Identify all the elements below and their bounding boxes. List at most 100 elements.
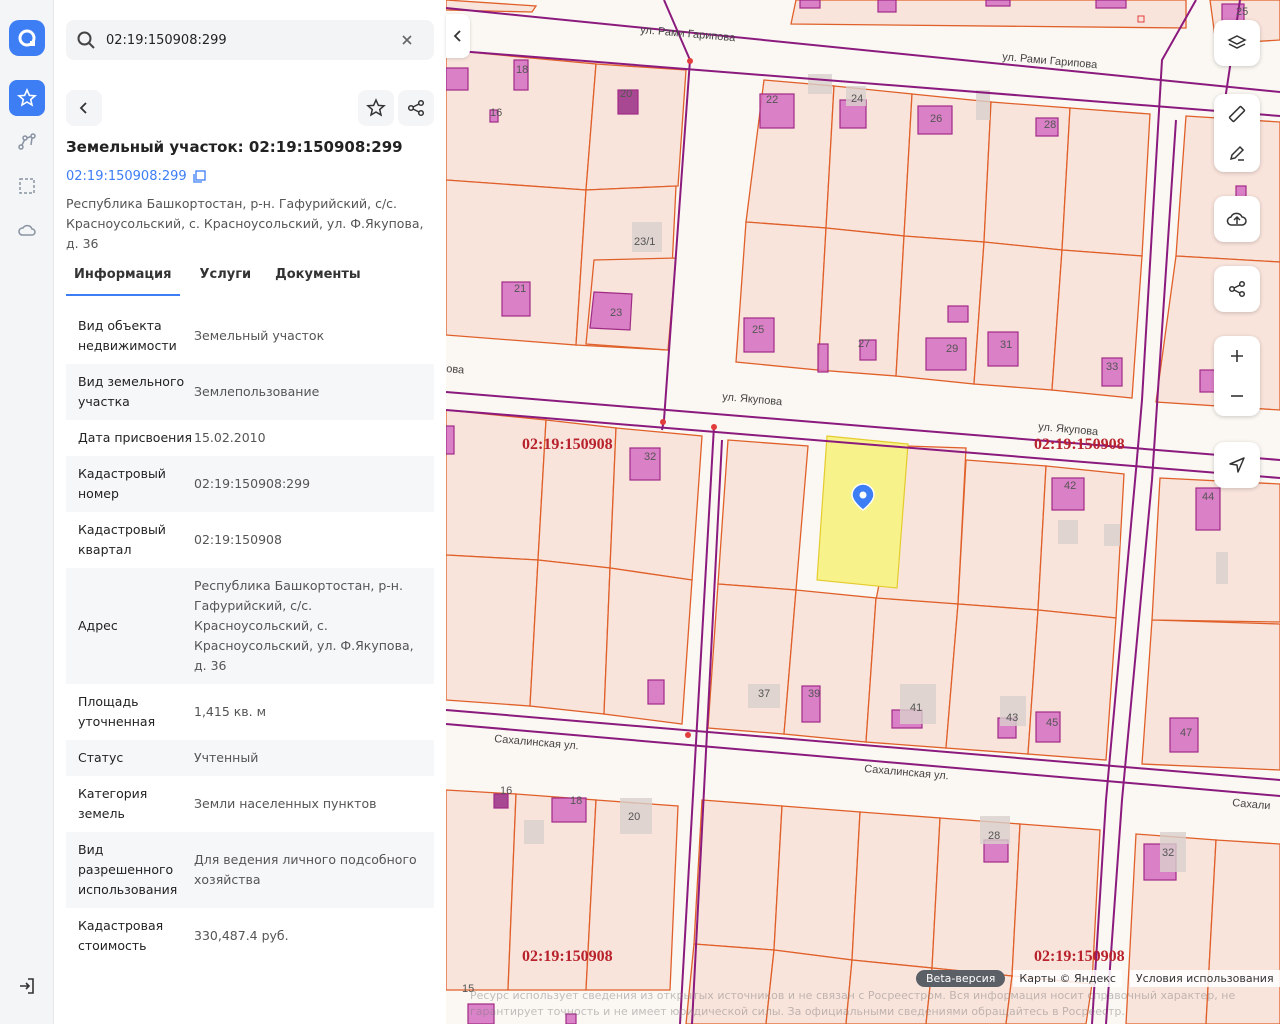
layers-icon — [1227, 35, 1247, 49]
zoom-out-icon[interactable] — [1229, 388, 1245, 404]
tab-info[interactable]: Информация — [66, 266, 180, 296]
house-number: 32 — [1162, 847, 1174, 859]
tab-services[interactable]: Услуги — [192, 266, 260, 296]
house-number: 33 — [1106, 361, 1118, 373]
house-number: 31 — [1000, 339, 1012, 351]
quarter-label: 02:19:150908 — [522, 436, 613, 453]
house-number: 43 — [1006, 712, 1018, 724]
info-row: Дата присвоения 15.02.2010 — [66, 420, 434, 456]
house-number: 23 — [610, 307, 622, 319]
app-logo[interactable] — [9, 20, 45, 56]
zoom-group — [1214, 336, 1260, 416]
info-row: Вид разрешенного использования Для ведени… — [66, 832, 434, 908]
back-button[interactable] — [66, 90, 102, 126]
house-number: 21 — [514, 283, 526, 295]
street-label: Сахали — [1232, 797, 1271, 812]
cadastral-link-text[interactable]: 02:19:150908:299 — [66, 169, 187, 184]
info-row-value: Земельный участок — [194, 328, 325, 343]
info-row-value: Республика Башкортостан, р-н. Гафурийски… — [194, 578, 414, 673]
house-number: 20 — [620, 88, 632, 100]
info-row-label: Вид объекта недвижимости — [78, 318, 177, 353]
ruler-icon[interactable] — [1227, 104, 1247, 124]
info-row: Категория земель Земли населенных пунктов — [66, 776, 434, 832]
house-number: 25 — [1236, 6, 1248, 18]
terms-link[interactable]: Условия использования — [1129, 970, 1280, 987]
info-row: Вид объекта недвижимости Земельный участо… — [66, 308, 434, 364]
quarter-label: 02:19:150908 — [522, 948, 613, 965]
info-row-label: Вид земельного участка — [78, 374, 185, 409]
search-bar — [66, 20, 434, 60]
house-number: 42 — [1064, 480, 1076, 492]
navigation-arrow-icon — [1229, 457, 1245, 473]
map-share-button[interactable] — [1214, 266, 1260, 312]
attribution[interactable]: Карты © Яндекс — [1013, 970, 1122, 987]
tab-documents[interactable]: Документы — [267, 266, 369, 296]
info-row-value: 330,487.4 руб. — [194, 928, 289, 943]
quarter-label: 02:19:150908 — [1034, 436, 1125, 453]
house-number: 22 — [766, 94, 778, 106]
disclaimer-text: Ресурс использует сведения из открытых и… — [470, 989, 1236, 1018]
info-row-value: 15.02.2010 — [194, 430, 266, 445]
bookmark-button[interactable] — [358, 90, 394, 126]
tab-bar: Информация Услуги Документы — [66, 266, 434, 296]
favorites-icon[interactable] — [9, 80, 45, 116]
zoom-in-icon[interactable] — [1229, 348, 1245, 364]
share-icon — [1228, 280, 1246, 298]
clear-icon[interactable] — [400, 33, 414, 47]
info-row-label: Категория земель — [78, 786, 148, 821]
house-number: 27 — [858, 338, 870, 350]
info-table: Вид объекта недвижимости Земельный участо… — [66, 308, 434, 964]
geolocation-button[interactable] — [1214, 442, 1260, 488]
layers-button[interactable] — [1214, 20, 1260, 66]
street-label: Сахалинская ул. — [494, 733, 579, 752]
info-row-label: Статус — [78, 750, 124, 765]
selected-parcel — [816, 435, 909, 589]
info-row: Кадастровый номер 02:19:150908:299 — [66, 456, 434, 512]
route-icon[interactable] — [9, 124, 45, 160]
copy-icon[interactable] — [193, 170, 206, 183]
collapse-panel-button[interactable] — [446, 14, 470, 58]
map-canvas[interactable]: ул. Рами Гарипова ул. Рами Гарипова ул. … — [446, 0, 1280, 1024]
street-label: ул. Якупова — [722, 391, 784, 408]
info-row-value: Для ведения личного подсобного хозяйства — [194, 852, 417, 887]
info-row-label: Адрес — [78, 618, 118, 633]
beta-badge: Beta-версия — [916, 970, 1006, 987]
info-row: Площадь уточненная 1,415 кв. м — [66, 684, 434, 740]
info-row-value: Учтенный — [194, 750, 259, 765]
cadastral-link[interactable]: 02:19:150908:299 — [66, 169, 206, 184]
login-icon[interactable] — [9, 968, 45, 1004]
cloud-icon[interactable] — [9, 212, 45, 248]
house-number: 28 — [1044, 119, 1056, 131]
map-footer: Beta-версия Карты © Яндекс Условия испол… — [916, 970, 1280, 987]
street-label: ова — [446, 363, 466, 377]
share-button[interactable] — [398, 90, 434, 126]
info-row: Кадастровый квартал 02:19:150908 — [66, 512, 434, 568]
side-rail — [0, 0, 54, 1024]
select-area-icon[interactable] — [9, 168, 45, 204]
house-number: 32 — [644, 451, 656, 463]
house-number: 24 — [851, 93, 863, 105]
page-title: Земельный участок: 02:19:150908:299 — [66, 138, 403, 156]
map[interactable]: ул. Рами Гарипова ул. Рами Гарипова ул. … — [446, 0, 1280, 1024]
info-row-value: Земли населенных пунктов — [194, 796, 377, 811]
house-number: 37 — [758, 688, 770, 700]
address-text: Республика Башкортостан, р-н. Гафурийски… — [66, 196, 424, 251]
search-icon — [76, 30, 96, 50]
quarter-label: 02:19:150908 — [1034, 948, 1125, 965]
edit-icon[interactable] — [1227, 143, 1247, 163]
info-panel: Земельный участок: 02:19:150908:299 02:1… — [54, 0, 446, 1024]
upload-button[interactable] — [1214, 196, 1260, 242]
house-number: 44 — [1202, 491, 1214, 503]
info-row-label: Площадь уточненная — [78, 694, 156, 729]
info-row-value: 1,415 кв. м — [194, 704, 267, 719]
cloud-upload-icon — [1226, 212, 1247, 226]
info-row: Вид земельного участка Землепользование — [66, 364, 434, 420]
search-input[interactable] — [104, 31, 394, 49]
house-number: 18 — [570, 795, 582, 807]
house-number: 39 — [808, 688, 820, 700]
info-row-label: Кадастровая стоимость — [78, 918, 164, 953]
house-number: 16 — [500, 785, 512, 797]
info-row: Адрес Республика Башкортостан, р-н. Гафур… — [66, 568, 434, 684]
street-label: ул. Рами Гарипова — [640, 24, 737, 44]
info-row-label: Вид разрешенного использования — [78, 842, 178, 897]
